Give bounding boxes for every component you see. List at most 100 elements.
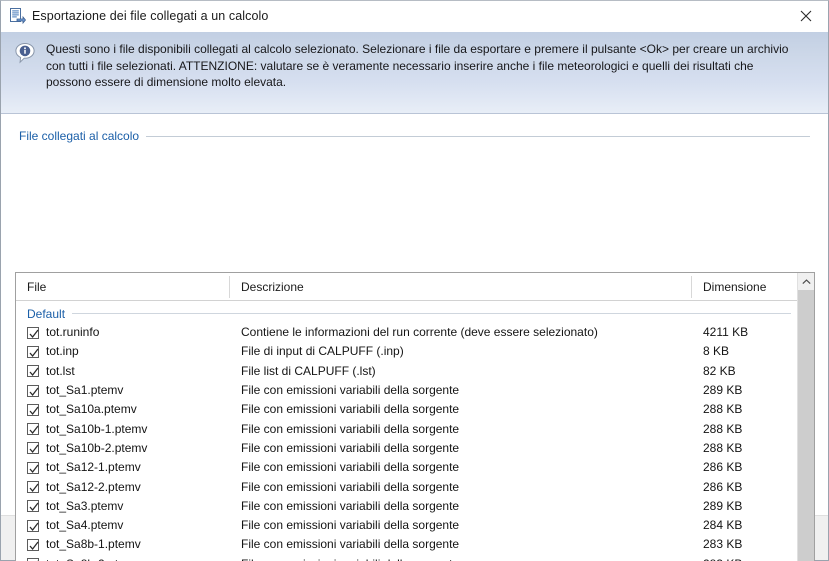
file-name: tot_Sa1.ptemv bbox=[46, 383, 124, 398]
column-header-descrizione[interactable]: Descrizione bbox=[230, 273, 692, 301]
row-checkbox[interactable] bbox=[27, 365, 39, 378]
info-banner: Questi sono i file disponibili collegati… bbox=[1, 32, 828, 114]
scrollbar-thumb[interactable] bbox=[798, 290, 814, 561]
group-box-rule bbox=[146, 135, 810, 137]
column-header-row: File Descrizione Dimensione bbox=[16, 273, 797, 301]
cell-dimensione: 289 KB bbox=[703, 498, 743, 513]
cell-descrizione: File di input di CALPUFF (.inp) bbox=[241, 344, 404, 359]
close-button[interactable] bbox=[783, 1, 828, 31]
list-group-default[interactable]: Default bbox=[16, 304, 797, 323]
export-document-icon bbox=[8, 7, 27, 25]
file-name: tot_Sa3.ptemv bbox=[46, 498, 124, 513]
cell-file: tot_Sa8b-2.ptemv bbox=[16, 555, 230, 561]
table-row[interactable]: tot_Sa10b-2.ptemv File con emissioni vari… bbox=[16, 439, 797, 458]
scroll-up-button[interactable] bbox=[798, 273, 814, 290]
table-row[interactable]: tot_Sa12-2.ptemv File con emissioni varia… bbox=[16, 477, 797, 496]
group-box-label: File collegati al calcolo bbox=[19, 129, 140, 143]
table-row[interactable]: tot_Sa8b-1.ptemv File con emissioni varia… bbox=[16, 535, 797, 554]
cell-file: tot.lst bbox=[16, 362, 230, 381]
info-bubble-icon bbox=[14, 42, 36, 64]
cell-file: tot_Sa12-2.ptemv bbox=[16, 478, 230, 497]
cell-dimensione: 286 KB bbox=[703, 460, 743, 475]
cell-file: tot.inp bbox=[16, 342, 230, 361]
column-header-file[interactable]: File bbox=[16, 273, 230, 301]
row-checkbox[interactable] bbox=[27, 538, 39, 551]
cell-dimensione: 283 KB bbox=[703, 537, 743, 552]
file-list-rows: Default tot.runinfo Contiene le informazi… bbox=[16, 301, 797, 561]
cell-descrizione: File list di CALPUFF (.lst) bbox=[241, 363, 376, 378]
column-header-dimensione[interactable]: Dimensione bbox=[692, 273, 797, 301]
cell-dimensione: 8 KB bbox=[703, 344, 730, 359]
row-checkbox[interactable] bbox=[27, 384, 39, 397]
table-row[interactable]: tot.inp File di input di CALPUFF (.inp) 8 … bbox=[16, 342, 797, 361]
cell-dimensione: 289 KB bbox=[703, 383, 743, 398]
file-name: tot.inp bbox=[46, 344, 79, 359]
cell-file: tot.runinfo bbox=[16, 323, 230, 342]
cell-file: tot_Sa3.ptemv bbox=[16, 497, 230, 516]
dialog-window: Esportazione dei file collegati a un cal… bbox=[0, 0, 829, 561]
table-row[interactable]: tot_Sa8b-2.ptemv File con emissioni varia… bbox=[16, 555, 797, 561]
cell-dimensione: 288 KB bbox=[703, 402, 743, 417]
cell-descrizione: File con emissioni variabili della sorge… bbox=[241, 498, 460, 513]
row-checkbox[interactable] bbox=[27, 500, 39, 513]
cell-descrizione: File con emissioni variabili della sorge… bbox=[230, 555, 692, 561]
chevron-up-icon bbox=[801, 278, 811, 284]
window-title: Esportazione dei file collegati a un cal… bbox=[32, 9, 269, 23]
row-checkbox[interactable] bbox=[27, 481, 39, 494]
row-checkbox[interactable] bbox=[27, 461, 39, 474]
dialog-body: File collegati al calcolo File Descrizio… bbox=[1, 114, 828, 561]
cell-dimensione: 82 KB bbox=[703, 363, 736, 378]
table-row[interactable]: tot_Sa10a.ptemv File con emissioni variab… bbox=[16, 400, 797, 419]
file-list-main: File Descrizione Dimensione Default tot.… bbox=[16, 273, 797, 561]
table-row[interactable]: tot_Sa4.ptemv File con emissioni variabil… bbox=[16, 516, 797, 535]
cell-descrizione: File con emissioni variabili della sorge… bbox=[241, 460, 460, 475]
list-group-rule bbox=[72, 313, 791, 314]
cell-descrizione: Contiene le informazioni del run corrent… bbox=[241, 325, 598, 340]
file-name: tot_Sa8b-1.ptemv bbox=[46, 537, 141, 552]
vertical-scrollbar[interactable] bbox=[797, 273, 814, 561]
cell-dimensione: 288 KB bbox=[703, 440, 743, 455]
cell-file: tot_Sa8b-1.ptemv bbox=[16, 535, 230, 554]
row-checkbox[interactable] bbox=[27, 423, 39, 436]
scrollbar-track[interactable] bbox=[798, 290, 814, 561]
table-row[interactable]: tot_Sa12-1.ptemv File con emissioni varia… bbox=[16, 458, 797, 477]
cell-descrizione: File con emissioni variabili della sorge… bbox=[241, 518, 460, 533]
cell-descrizione: File con emissioni variabili della sorge… bbox=[241, 537, 460, 552]
file-name: tot_Sa4.ptemv bbox=[46, 518, 124, 533]
group-box-header: File collegati al calcolo bbox=[1, 114, 828, 144]
file-name: tot_Sa12-1.ptemv bbox=[46, 460, 141, 475]
file-name: tot.runinfo bbox=[46, 325, 100, 340]
table-row[interactable]: tot_Sa1.ptemv File con emissioni variabil… bbox=[16, 381, 797, 400]
file-list[interactable]: File Descrizione Dimensione Default tot.… bbox=[15, 272, 815, 561]
cell-dimensione: 283 KB bbox=[692, 555, 797, 561]
cell-descrizione: File con emissioni variabili della sorge… bbox=[241, 383, 460, 398]
cell-dimensione: 4211 KB bbox=[703, 325, 749, 340]
file-name: tot_Sa10b-1.ptemv bbox=[46, 421, 148, 436]
cell-descrizione: File con emissioni variabili della sorge… bbox=[241, 479, 460, 494]
list-group-label: Default bbox=[27, 306, 66, 321]
cell-file: tot_Sa10b-2.ptemv bbox=[16, 439, 230, 458]
cell-dimensione: 284 KB bbox=[703, 518, 743, 533]
title-bar: Esportazione dei file collegati a un cal… bbox=[1, 1, 828, 32]
table-row[interactable]: tot.runinfo Contiene le informazioni del … bbox=[16, 323, 797, 342]
table-row[interactable]: tot.lst File list di CALPUFF (.lst) 82 KB bbox=[16, 362, 797, 381]
table-row[interactable]: tot_Sa10b-1.ptemv File con emissioni vari… bbox=[16, 419, 797, 438]
cell-dimensione: 288 KB bbox=[703, 421, 743, 436]
cell-descrizione: File con emissioni variabili della sorge… bbox=[241, 421, 460, 436]
row-checkbox[interactable] bbox=[27, 519, 39, 532]
cell-file: tot_Sa4.ptemv bbox=[16, 516, 230, 535]
row-checkbox[interactable] bbox=[27, 345, 39, 358]
file-name: tot_Sa10a.ptemv bbox=[46, 402, 137, 417]
cell-file: tot_Sa12-1.ptemv bbox=[16, 458, 230, 477]
row-checkbox[interactable] bbox=[27, 442, 39, 455]
cell-dimensione: 286 KB bbox=[703, 479, 743, 494]
file-name: tot_Sa10b-2.ptemv bbox=[46, 440, 148, 455]
cell-descrizione: File con emissioni variabili della sorge… bbox=[241, 440, 460, 455]
info-text: Questi sono i file disponibili collegati… bbox=[46, 42, 789, 89]
file-name: tot_Sa8b-2.ptemv bbox=[46, 555, 141, 561]
cell-file: tot_Sa10b-1.ptemv bbox=[16, 420, 230, 439]
file-name: tot_Sa12-2.ptemv bbox=[46, 479, 141, 494]
table-row[interactable]: tot_Sa3.ptemv File con emissioni variabil… bbox=[16, 497, 797, 516]
row-checkbox[interactable] bbox=[27, 403, 39, 416]
row-checkbox[interactable] bbox=[27, 326, 39, 339]
